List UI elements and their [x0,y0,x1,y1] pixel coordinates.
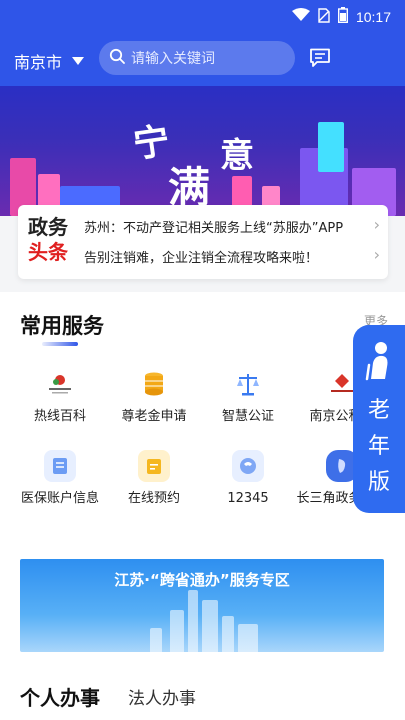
service-online-booking[interactable]: 在线预约 [106,450,202,507]
battery-icon [337,7,348,27]
wifi-icon [291,8,310,26]
building-shape [318,122,344,172]
search-placeholder: 请输入关键词 [131,51,215,67]
promo-title: 江苏·“跨省通办”服务专区 [114,571,290,589]
hero-banner[interactable]: 宁 满 意 [0,86,405,216]
elder-label: 版 [367,470,390,495]
elder-label: 老 [367,398,390,423]
service-label: 12345 [227,491,269,506]
service-label: 医保账户信息 [20,491,99,506]
scale-icon [232,368,264,400]
medical-card-icon [44,450,76,482]
title-underline [42,342,78,346]
banner-slogan: 宁 [130,119,173,167]
caret-down-icon [72,57,85,65]
status-bar: 10:17 [0,0,405,32]
tab-corporate[interactable]: 法人办事 [128,684,196,709]
calendar-icon [138,450,170,482]
news-tag-line2: 头条 [28,240,68,264]
service-label: 在线预约 [127,491,180,506]
section-title: 常用服务 [20,314,104,338]
skyline-shape [150,628,162,652]
news-tag-line1: 政务 [28,215,68,239]
news-tag: 政务 头条 [28,215,72,265]
service-label: 热线百科 [33,409,86,424]
header: 南京市 请输入关键词 [0,32,405,86]
clock: 10:17 [355,9,391,25]
service-tabs: 个人办事 法人办事 [0,672,405,720]
search-icon [109,48,125,68]
tab-personal[interactable]: 个人办事 [20,682,100,711]
city-label: 南京市 [14,53,63,72]
skyline-shape [222,616,234,652]
elder-person-icon [365,341,393,385]
service-medical-insurance[interactable]: 医保账户信息 [12,450,108,507]
elder-label: 年 [367,434,390,459]
city-selector[interactable]: 南京市 [14,49,85,73]
cross-province-banner[interactable]: 江苏·“跨省通办”服务专区 [20,559,384,652]
message-icon[interactable] [309,48,331,68]
chevron-right-icon: › [373,215,380,234]
chevron-right-icon: › [373,245,380,264]
coin-stack-icon [138,368,170,400]
banner-slogan: 意 [220,136,254,176]
no-sim-icon [318,7,330,27]
hotline-logo-icon [44,368,76,400]
service-hotline[interactable]: 热线百科 [12,368,108,425]
skyline-shape [170,610,184,652]
service-label: 智慧公证 [221,409,274,424]
skyline-shape [188,590,198,652]
services-section: 常用服务 更多 热线百科 尊老金申请 智慧公证 南京公积金 医保账户信息 在线预… [0,292,405,720]
news-item[interactable]: 告别注销难，企业注销全流程攻略来啦！ [84,247,374,266]
service-elder-allowance[interactable]: 尊老金申请 [106,368,202,425]
service-notary[interactable]: 智慧公证 [200,368,296,425]
skyline-shape [238,624,258,652]
service-12345[interactable]: 12345 [200,450,296,507]
service-label: 尊老金申请 [121,409,187,424]
elder-mode-button[interactable]: 老 年 版 [353,325,405,513]
search-bar[interactable]: 请输入关键词 [99,41,295,75]
news-item[interactable]: 苏州：不动产登记相关服务上线“苏服办”APP [84,217,374,236]
news-card: 政务 头条 苏州：不动产登记相关服务上线“苏服办”APP › 告别注销难，企业注… [18,205,388,279]
skyline-shape [202,600,218,652]
phone-icon [232,450,264,482]
